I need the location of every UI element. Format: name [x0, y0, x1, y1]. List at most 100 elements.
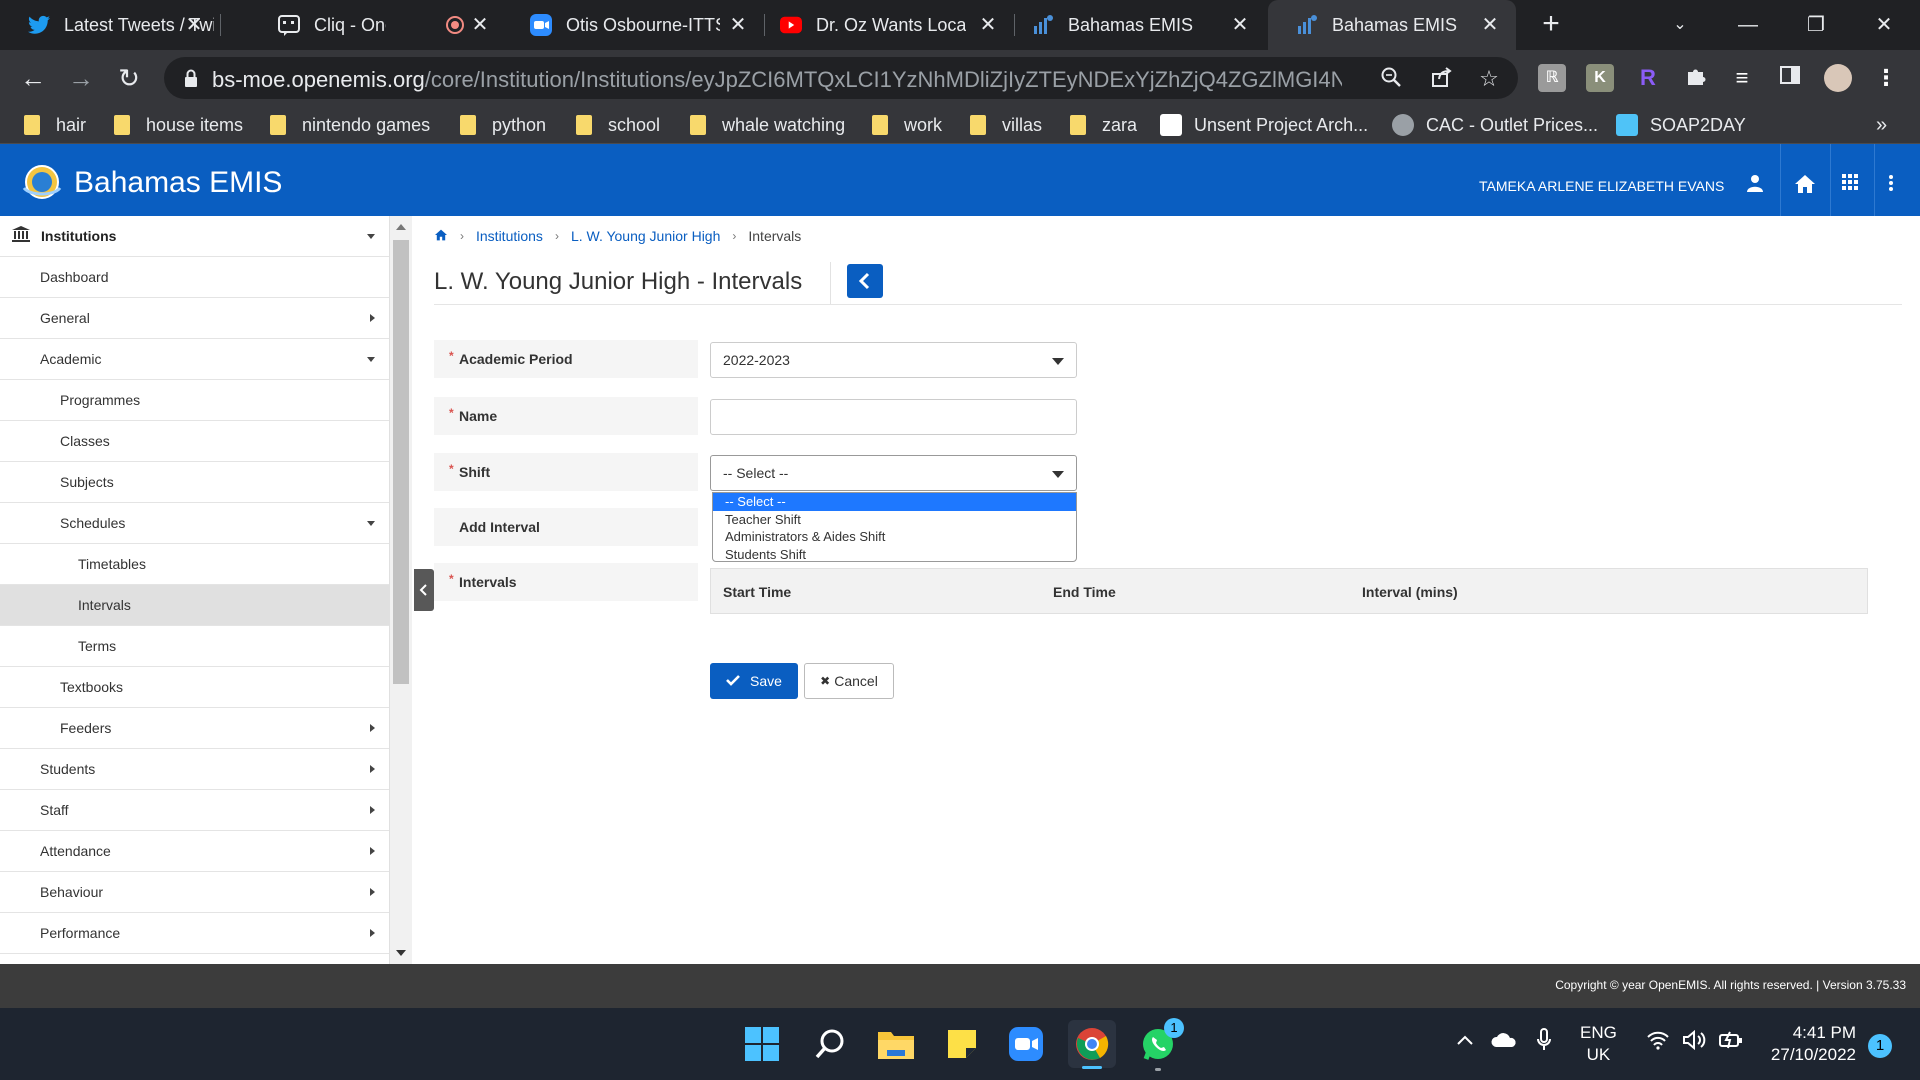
tab-search-icon[interactable]: ⌄ — [1660, 8, 1700, 42]
sidebar-item-classes[interactable]: Classes — [0, 421, 389, 462]
sidebar-item-schedules[interactable]: Schedules — [0, 503, 389, 544]
sidebar-item-institutions[interactable]: Institutions — [0, 216, 389, 257]
shift-option-administrators-aides[interactable]: Administrators & Aides Shift — [713, 528, 1076, 546]
show-hidden-icons-chevron[interactable] — [1456, 1030, 1474, 1051]
tab-cliq[interactable]: Cliq - One on One ✕ — [250, 0, 488, 50]
volume-icon[interactable] — [1682, 1029, 1708, 1055]
extension-grammar-icon[interactable]: ℝ — [1538, 64, 1566, 92]
close-window-icon[interactable]: ✕ — [1864, 8, 1904, 42]
search-icon[interactable] — [806, 1020, 854, 1068]
more-vertical-icon[interactable] — [1888, 174, 1908, 194]
bookmark-folder-hair[interactable]: hair — [24, 112, 86, 138]
sidebar-item-academic[interactable]: Academic — [0, 339, 389, 380]
bookmark-folder-whale-watching[interactable]: whale watching — [690, 112, 845, 138]
bookmark-folder-nintendo-games[interactable]: nintendo games — [270, 112, 430, 138]
bookmark-folder-python[interactable]: python — [460, 112, 546, 138]
whatsapp-icon[interactable]: 1 — [1134, 1018, 1184, 1071]
sidebar-item-staff[interactable]: Staff — [0, 790, 389, 831]
bookmark-soap2day[interactable]: SOAP2DAY — [1616, 112, 1746, 138]
extensions-puzzle-icon[interactable] — [1682, 64, 1710, 92]
name-input[interactable] — [710, 399, 1077, 435]
close-tab-icon[interactable]: ✕ — [726, 13, 750, 37]
minimize-icon[interactable]: — — [1728, 8, 1768, 42]
wifi-icon[interactable] — [1646, 1030, 1670, 1055]
apps-grid-icon[interactable] — [1842, 174, 1862, 194]
shift-option-teacher[interactable]: Teacher Shift — [713, 511, 1076, 529]
tab-twitter[interactable]: Latest Tweets / Twitter ✕ — [0, 0, 221, 50]
academic-period-select[interactable]: 2022-2023 — [710, 342, 1077, 378]
forward-arrow-icon[interactable]: → — [66, 63, 96, 93]
sidebar-item-subjects[interactable]: Subjects — [0, 462, 389, 503]
bookmark-folder-work[interactable]: work — [872, 112, 942, 138]
breadcrumb-institutions[interactable]: Institutions — [476, 228, 543, 244]
chrome-menu-icon[interactable]: ⋮ — [1872, 64, 1900, 92]
reload-icon[interactable]: ↻ — [114, 63, 144, 93]
sidebar-item-dashboard[interactable]: Dashboard — [0, 257, 389, 298]
scroll-down-icon[interactable] — [396, 950, 406, 956]
clock[interactable]: 4:41 PM 27/10/2022 — [1760, 1022, 1856, 1066]
sidebar-item-attendance[interactable]: Attendance — [0, 831, 389, 872]
shift-option-students[interactable]: Students Shift — [713, 546, 1076, 564]
tab-bahamas-emis-1[interactable]: Bahamas EMIS ✕ — [1004, 0, 1266, 50]
chrome-icon[interactable] — [1068, 1020, 1116, 1069]
close-tab-icon[interactable]: ✕ — [1478, 13, 1502, 37]
profile-avatar[interactable] — [1824, 64, 1852, 92]
restore-icon[interactable]: ❐ — [1796, 8, 1836, 42]
language-indicator[interactable]: ENG UK — [1580, 1022, 1617, 1066]
onedrive-cloud-icon[interactable] — [1490, 1032, 1518, 1053]
bookmark-folder-school[interactable]: school — [576, 112, 660, 138]
side-panel-icon[interactable] — [1776, 64, 1804, 92]
user-name[interactable]: TAMEKA ARLENE ELIZABETH EVANS — [1479, 178, 1724, 194]
extension-r-icon[interactable]: R — [1634, 64, 1662, 92]
sidebar-item-textbooks[interactable]: Textbooks — [0, 667, 389, 708]
scroll-up-icon[interactable] — [396, 224, 406, 230]
home-icon[interactable] — [434, 228, 448, 244]
bookmark-folder-villas[interactable]: villas — [970, 112, 1042, 138]
breadcrumb-school[interactable]: L. W. Young Junior High — [571, 228, 720, 244]
scrollbar-thumb[interactable] — [393, 240, 409, 684]
bookmark-cac-outlet[interactable]: CAC - Outlet Prices... — [1392, 112, 1598, 138]
home-icon[interactable] — [1794, 174, 1815, 194]
sidebar-item-programmes[interactable]: Programmes — [0, 380, 389, 421]
reading-list-icon[interactable]: ≡ — [1728, 64, 1756, 92]
zoom-magnifier-icon[interactable] — [1378, 66, 1404, 92]
close-tab-icon[interactable]: ✕ — [976, 13, 1000, 37]
back-arrow-icon[interactable]: ← — [18, 63, 48, 93]
back-button[interactable] — [847, 264, 883, 298]
bookmark-folder-zara[interactable]: zara — [1070, 112, 1137, 138]
tab-zoom[interactable]: Otis Osbourne-ITTS ✕ — [502, 0, 765, 50]
start-windows-icon[interactable] — [738, 1020, 786, 1068]
close-tab-icon[interactable]: ✕ — [1228, 13, 1252, 37]
close-tab-icon[interactable]: ✕ — [468, 13, 492, 37]
tab-youtube[interactable]: Dr. Oz Wants Local ✕ — [754, 0, 1015, 50]
extension-k-icon[interactable]: K — [1586, 64, 1614, 92]
new-tab-button[interactable]: + — [1536, 9, 1566, 40]
address-bar[interactable]: bs-moe.openemis.org/core/Institution/Ins… — [164, 57, 1518, 99]
battery-charging-icon[interactable] — [1718, 1030, 1744, 1055]
save-button[interactable]: Save — [710, 663, 798, 699]
notification-center-badge[interactable]: 1 — [1868, 1034, 1892, 1058]
sidebar-item-general[interactable]: General — [0, 298, 389, 339]
bookmarks-overflow-button[interactable]: » — [1876, 112, 1887, 138]
sidebar-item-students[interactable]: Students — [0, 749, 389, 790]
zoom-app-icon[interactable] — [1002, 1020, 1050, 1068]
sidebar-item-intervals[interactable]: Intervals — [0, 585, 389, 626]
emis-logo-icon[interactable] — [20, 162, 64, 202]
collapse-sidebar-button[interactable] — [414, 569, 434, 611]
sidebar-item-behaviour[interactable]: Behaviour — [0, 872, 389, 913]
sidebar-item-performance[interactable]: Performance — [0, 913, 389, 954]
shift-option-select[interactable]: -- Select -- — [713, 493, 1076, 511]
file-explorer-icon[interactable] — [872, 1020, 920, 1068]
user-icon[interactable] — [1746, 174, 1766, 194]
bookmark-star-icon[interactable]: ☆ — [1476, 66, 1502, 92]
sticky-notes-icon[interactable] — [938, 1020, 986, 1068]
tab-bahamas-emis-2[interactable]: Bahamas EMIS ✕ — [1268, 0, 1516, 50]
microphone-icon[interactable] — [1536, 1028, 1552, 1057]
shift-select[interactable]: -- Select -- — [710, 455, 1077, 491]
close-tab-icon[interactable]: ✕ — [182, 13, 206, 37]
sidebar-item-terms[interactable]: Terms — [0, 626, 389, 667]
bookmark-folder-house-items[interactable]: house items — [114, 112, 243, 138]
sidebar-item-timetables[interactable]: Timetables — [0, 544, 389, 585]
share-icon[interactable] — [1428, 66, 1454, 92]
app-title[interactable]: Bahamas EMIS — [74, 166, 282, 200]
